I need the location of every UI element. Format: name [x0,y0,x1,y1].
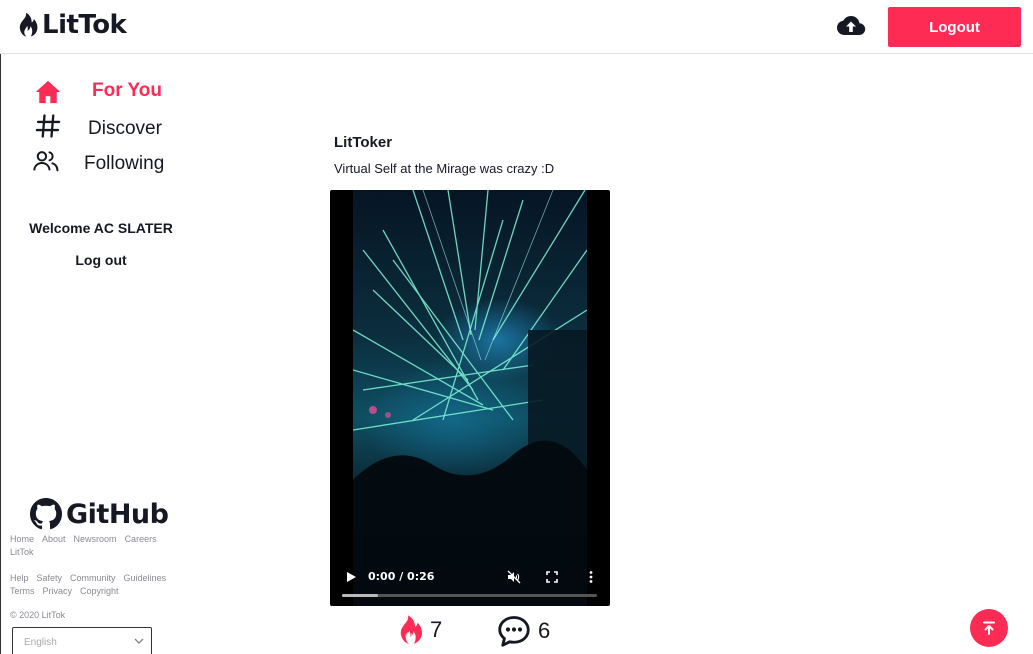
welcome-text: Welcome AC SLATER [29,220,173,236]
footer-link[interactable]: About [42,534,66,544]
github-link[interactable]: GitHub [30,498,169,530]
language-value: English [24,637,57,648]
laser-scene-graphic [352,190,588,606]
users-icon [33,151,59,172]
like-button[interactable]: 7 [392,613,442,647]
footer-link[interactable]: Safety [37,573,63,583]
footer-link[interactable]: Careers [125,534,157,544]
footer-link[interactable]: Home [10,534,34,544]
logout-link[interactable]: Log out [1,252,201,268]
flame-logo-icon [19,12,38,37]
github-icon [30,498,62,530]
logout-button[interactable]: Logout [888,7,1021,47]
footer-link[interactable]: Newsroom [74,534,117,544]
post-caption: Virtual Self at the Mirage was crazy :D [334,161,555,176]
flame-like-icon [400,615,422,644]
arrow-up-icon [983,621,995,635]
video-player[interactable]: 0:00 / 0:26 [330,190,610,606]
like-count: 7 [430,617,443,642]
comment-icon [498,616,530,647]
nav-label-for-you: For You [92,80,163,101]
nav-item-following[interactable]: Following [1,147,201,177]
footer-links-secondary: Help Safety Community Guidelines Terms Priva… [10,572,190,598]
video-progress-fill [342,594,378,597]
post-author[interactable]: LitToker [334,134,392,151]
scroll-to-top-button[interactable] [970,609,1008,647]
upload-cloud-icon[interactable] [836,12,866,40]
footer-link[interactable]: Privacy [43,586,73,596]
video-controls: 0:00 / 0:26 [330,558,610,606]
copyright-text: © 2020 LitTok [10,610,66,620]
more-options-icon[interactable] [584,570,598,584]
video-progress-bar[interactable] [342,594,597,597]
footer-link[interactable]: Community [70,573,116,583]
language-select[interactable]: English [12,627,152,654]
footer-link[interactable]: Help [10,573,29,583]
comment-button[interactable]: 6 [496,613,550,649]
footer-link[interactable]: Guidelines [124,573,167,583]
chevron-down-icon [134,638,144,644]
footer-link[interactable]: Terms [10,586,35,596]
video-time: 0:00 / 0:26 [368,570,435,583]
footer-links-primary: Home About Newsroom Careers LitTok [10,533,190,559]
sidebar: For You Discover Following Welcome AC SL… [0,54,226,654]
app-name: LitTok [42,10,127,40]
comment-count: 6 [538,618,551,643]
footer-link[interactable]: Copyright [80,586,119,596]
mute-icon[interactable] [507,570,521,584]
nav-label-following: Following [84,153,165,174]
hashtag-icon [35,114,61,138]
nav-item-for-you[interactable]: For You [1,76,201,106]
video-frame [352,190,588,606]
nav-label-discover: Discover [88,118,162,139]
app-logo[interactable]: LitTok [12,9,127,41]
footer-link[interactable]: LitTok [10,547,34,557]
top-header: LitTok Logout [0,0,1033,54]
home-icon [35,80,61,104]
github-label: GitHub [66,498,169,530]
play-icon[interactable] [344,570,358,584]
fullscreen-icon[interactable] [545,570,559,584]
nav-item-discover[interactable]: Discover [1,112,201,142]
